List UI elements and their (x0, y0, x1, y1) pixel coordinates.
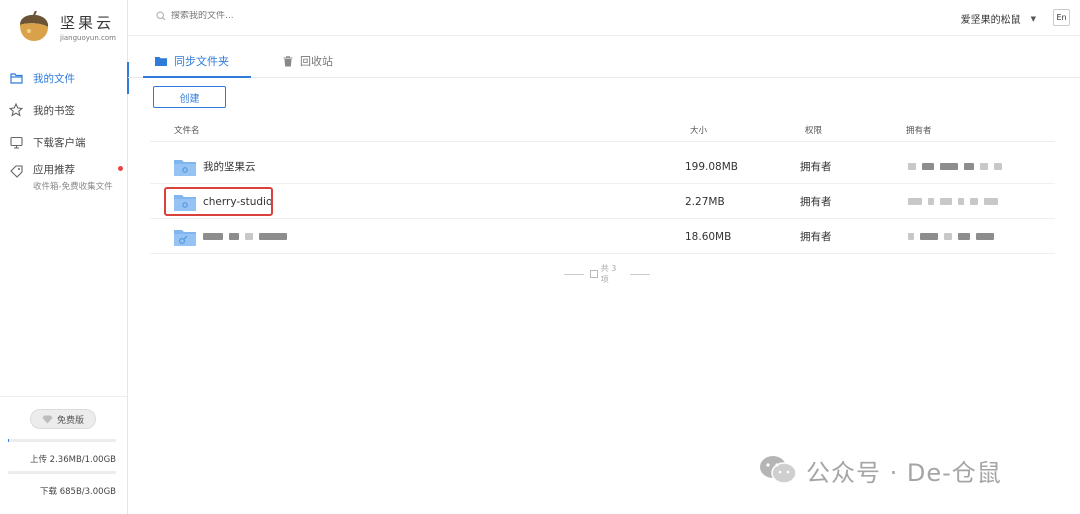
wechat-icon (758, 454, 798, 486)
sidebar-item-app-recommend[interactable]: 应用推荐 收件箱-免费收集文件 (0, 158, 128, 198)
notification-dot (118, 166, 123, 171)
file-name[interactable]: 我的坚果云 (203, 159, 256, 174)
folder-icon (155, 56, 167, 66)
file-size: 18.60MB (685, 230, 732, 243)
acorn-logo-icon (14, 10, 54, 43)
item-count-footer: 共 3 项 (558, 264, 656, 284)
diamond-icon (42, 415, 53, 424)
file-owner-redacted (908, 149, 1008, 184)
app-logo[interactable]: 坚果云 jianguoyun.com (14, 10, 124, 44)
download-usage: 下载 685B/3.00GB (8, 471, 116, 497)
caret-down-icon: ▼ (1030, 14, 1036, 23)
file-permission: 拥有者 (800, 161, 832, 173)
sidebar-nav: 我的文件 我的书签 下载客户端 应用推荐 收件箱-免费收集文件 (0, 62, 129, 198)
tab-bar: 同步文件夹 回收站 (128, 44, 1080, 78)
create-button[interactable]: 创建 (153, 86, 226, 108)
language-button[interactable]: En (1053, 9, 1070, 26)
folder-icon (9, 71, 23, 85)
logo-domain: jianguoyun.com (60, 34, 116, 42)
tab-label: 回收站 (300, 55, 333, 68)
column-header-permission[interactable]: 权限 (805, 124, 822, 136)
star-icon (9, 103, 23, 117)
sidebar-item-download-client[interactable]: 下载客户端 (0, 126, 128, 158)
table-row[interactable]: 18.60MB 拥有者 (150, 219, 1055, 254)
column-header-size[interactable]: 大小 (690, 124, 707, 136)
user-menu[interactable]: 爱坚果的松鼠 ▼ (960, 11, 1036, 27)
search-input[interactable] (171, 11, 331, 21)
file-name-redacted (203, 231, 293, 243)
item-count: 共 3 项 (600, 264, 617, 284)
column-header-name[interactable]: 文件名 (174, 124, 200, 136)
watermark: 公众号 · De-仓鼠 (758, 450, 1058, 490)
sidebar-item-bookmarks[interactable]: 我的书签 (0, 94, 128, 126)
trash-icon (283, 55, 293, 67)
download-usage-text: 下载 685B/3.00GB (40, 487, 116, 497)
sidebar: 坚果云 jianguoyun.com 我的文件 我的书签 下载客户端 应用推荐 … (0, 0, 129, 514)
upload-usage: 上传 2.36MB/1.00GB (8, 439, 116, 465)
sidebar-item-label: 我的文件 (33, 72, 75, 85)
sidebar-item-my-files[interactable]: 我的文件 (0, 62, 129, 94)
file-permission: 拥有者 (800, 231, 832, 243)
plan-badge[interactable]: 免费版 (30, 409, 96, 429)
file-permission: 拥有者 (800, 196, 832, 208)
active-tab-indicator (143, 76, 251, 78)
sidebar-footer: 免费版 上传 2.36MB/1.00GB 下载 685B/3.00GB (0, 396, 128, 514)
sidebar-item-sublabel: 收件箱-免费收集文件 (33, 182, 113, 192)
top-bar: 爱坚果的松鼠 ▼ En (128, 0, 1080, 36)
search-box[interactable] (156, 11, 331, 21)
upload-usage-text: 上传 2.36MB/1.00GB (29, 455, 116, 465)
shared-folder-icon (174, 228, 196, 246)
file-owner-redacted (908, 184, 1004, 219)
file-owner-redacted (908, 219, 1000, 254)
sidebar-item-label: 我的书签 (33, 104, 75, 117)
tab-recycle-bin[interactable]: 回收站 (283, 44, 333, 78)
file-size: 199.08MB (685, 160, 739, 173)
search-icon (156, 11, 166, 21)
sync-folder-icon (174, 158, 196, 176)
watermark-text: 公众号 · De-仓鼠 (806, 458, 1002, 487)
file-size: 2.27MB (685, 195, 725, 208)
table-row[interactable]: cherry-studio 2.27MB 拥有者 (150, 184, 1055, 219)
upload-progress-bar (8, 439, 116, 442)
logo-name: 坚果云 (60, 14, 115, 32)
table-row[interactable]: 我的坚果云 199.08MB 拥有者 (150, 149, 1055, 184)
highlight-box (164, 187, 273, 216)
username: 爱坚果的松鼠 (960, 15, 1021, 26)
sidebar-item-label: 应用推荐 (33, 164, 75, 176)
plan-label: 免费版 (56, 415, 84, 426)
tab-sync-folders[interactable]: 同步文件夹 (155, 44, 229, 78)
download-progress-bar (8, 471, 116, 474)
monitor-icon (9, 135, 23, 149)
column-header-owner[interactable]: 拥有者 (906, 124, 932, 136)
sidebar-item-label: 下载客户端 (33, 136, 86, 149)
file-table-header: 文件名 大小 权限 拥有者 (150, 116, 1055, 142)
tab-label: 同步文件夹 (174, 55, 229, 68)
tag-icon (9, 164, 23, 178)
file-icon (589, 270, 598, 278)
